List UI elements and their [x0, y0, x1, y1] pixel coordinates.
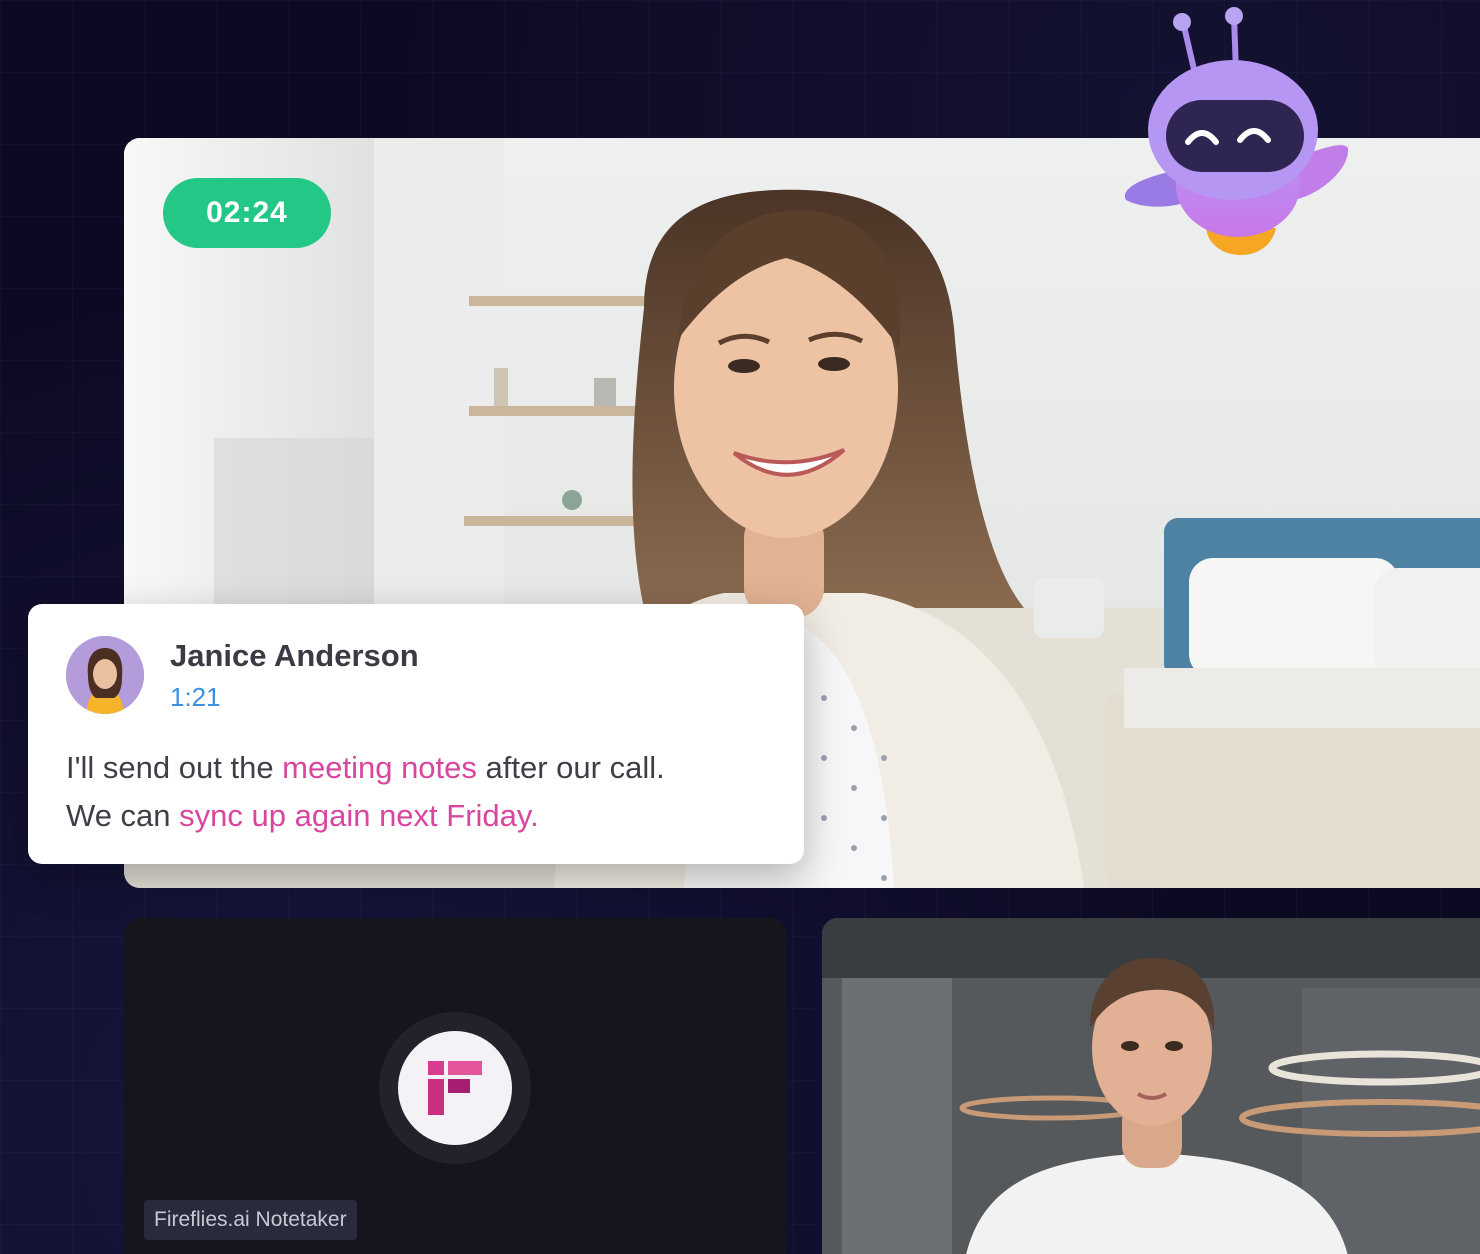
notetaker-logo-ring: [379, 1012, 531, 1164]
highlighted-phrase[interactable]: sync up again next Friday.: [179, 798, 539, 833]
highlighted-phrase[interactable]: meeting notes: [282, 750, 477, 785]
robot-mascot-icon: [1124, 7, 1349, 256]
speaker-name: Janice Anderson: [170, 638, 419, 673]
transcript-segment: after our call.: [476, 750, 665, 785]
transcript-text: I'll send out the meeting notes after ou…: [66, 744, 786, 840]
transcript-card[interactable]: Janice Anderson 1:21 I'll send out the m…: [28, 604, 804, 864]
transcript-segment: We can: [66, 798, 180, 833]
call-timer-badge: 02:24: [163, 178, 331, 248]
transcript-segment: I'll send out the: [66, 750, 283, 785]
meeting-stage: 02:24 Janice Anderson 1:21 I'll send out…: [0, 0, 1480, 1254]
notetaker-tile[interactable]: Fireflies.ai Notetaker: [124, 918, 786, 1254]
fireflies-logo-icon: [428, 1061, 482, 1115]
notetaker-logo: [398, 1031, 512, 1145]
participant-video-frame: [822, 918, 1480, 1254]
avatar: [66, 636, 144, 714]
speaker-avatar-image: [66, 636, 144, 714]
participant-name-label: Fireflies.ai Notetaker: [144, 1200, 357, 1240]
caption-timestamp[interactable]: 1:21: [170, 682, 221, 713]
participant-video-tile[interactable]: [822, 918, 1480, 1254]
